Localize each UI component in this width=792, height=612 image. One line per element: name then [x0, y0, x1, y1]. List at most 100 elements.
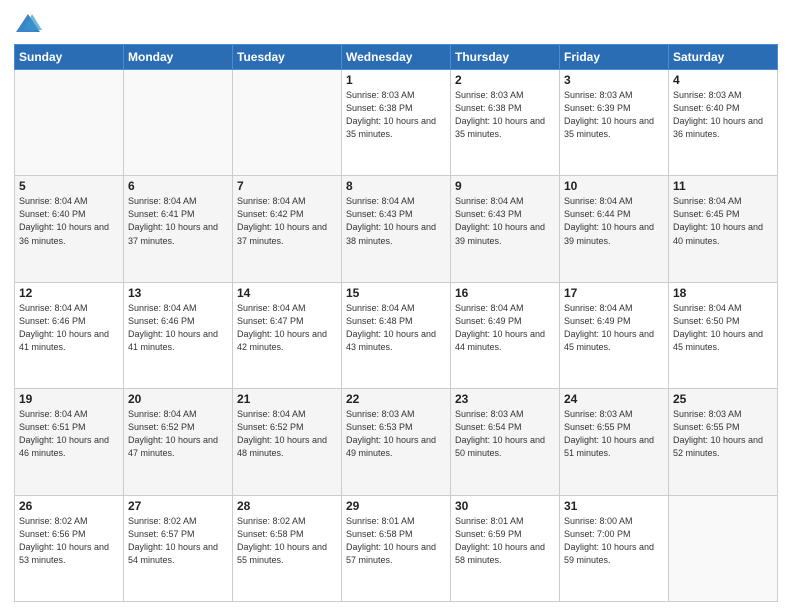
day-of-week-header: Tuesday — [233, 45, 342, 70]
calendar-day-cell: 24 Sunrise: 8:03 AM Sunset: 6:55 PM Dayli… — [560, 389, 669, 495]
day-info: Sunrise: 8:01 AM Sunset: 6:59 PM Dayligh… — [455, 515, 555, 567]
calendar-day-cell: 19Sunrise: 8:04 AM Sunset: 6:51 PM Dayli… — [15, 389, 124, 495]
calendar-body: 1 Sunrise: 8:03 AM Sunset: 6:38 PM Daylig… — [15, 70, 778, 602]
day-number: 9 — [455, 179, 555, 193]
day-info: Sunrise: 8:04 AM Sunset: 6:43 PM Dayligh… — [346, 195, 446, 247]
day-number: 21 — [237, 392, 337, 406]
day-info: Sunrise: 8:03 AM Sunset: 6:54 PM Dayligh… — [455, 408, 555, 460]
calendar-day-cell — [124, 70, 233, 176]
day-info: Sunrise: 8:04 AM Sunset: 6:40 PM Dayligh… — [19, 195, 119, 247]
calendar-week-row: 19Sunrise: 8:04 AM Sunset: 6:51 PM Dayli… — [15, 389, 778, 495]
day-info: Sunrise: 8:03 AM Sunset: 6:38 PM Dayligh… — [455, 89, 555, 141]
calendar-day-cell: 16 Sunrise: 8:04 AM Sunset: 6:49 PM Dayli… — [451, 282, 560, 388]
calendar-day-cell: 7 Sunrise: 8:04 AM Sunset: 6:42 PM Daylig… — [233, 176, 342, 282]
calendar-day-cell: 22Sunrise: 8:03 AM Sunset: 6:53 PM Dayli… — [342, 389, 451, 495]
day-number: 15 — [346, 286, 446, 300]
calendar-week-row: 26 Sunrise: 8:02 AM Sunset: 6:56 PM Dayli… — [15, 495, 778, 601]
day-number: 16 — [455, 286, 555, 300]
logo-icon — [14, 10, 42, 38]
day-info: Sunrise: 8:04 AM Sunset: 6:48 PM Dayligh… — [346, 302, 446, 354]
day-info: Sunrise: 8:04 AM Sunset: 6:46 PM Dayligh… — [128, 302, 228, 354]
day-info: Sunrise: 8:04 AM Sunset: 6:49 PM Dayligh… — [455, 302, 555, 354]
calendar-week-row: 12 Sunrise: 8:04 AM Sunset: 6:46 PM Dayli… — [15, 282, 778, 388]
day-of-week-header: Monday — [124, 45, 233, 70]
day-of-week-header: Sunday — [15, 45, 124, 70]
day-number: 29 — [346, 499, 446, 513]
day-info: Sunrise: 8:02 AM Sunset: 6:58 PM Dayligh… — [237, 515, 337, 567]
calendar-header-row: SundayMondayTuesdayWednesdayThursdayFrid… — [15, 45, 778, 70]
day-info: Sunrise: 8:03 AM Sunset: 6:39 PM Dayligh… — [564, 89, 664, 141]
calendar-day-cell: 25 Sunrise: 8:03 AM Sunset: 6:55 PM Dayli… — [669, 389, 778, 495]
day-number: 26 — [19, 499, 119, 513]
day-info: Sunrise: 8:04 AM Sunset: 6:47 PM Dayligh… — [237, 302, 337, 354]
header — [14, 10, 778, 38]
calendar-day-cell: 1 Sunrise: 8:03 AM Sunset: 6:38 PM Daylig… — [342, 70, 451, 176]
day-info: Sunrise: 8:04 AM Sunset: 6:41 PM Dayligh… — [128, 195, 228, 247]
day-number: 30 — [455, 499, 555, 513]
day-info: Sunrise: 8:04 AM Sunset: 6:43 PM Dayligh… — [455, 195, 555, 247]
day-number: 24 — [564, 392, 664, 406]
day-info: Sunrise: 8:03 AM Sunset: 6:55 PM Dayligh… — [673, 408, 773, 460]
day-number: 14 — [237, 286, 337, 300]
day-number: 17 — [564, 286, 664, 300]
calendar-day-cell — [15, 70, 124, 176]
calendar-day-cell: 14 Sunrise: 8:04 AM Sunset: 6:47 PM Dayli… — [233, 282, 342, 388]
day-info: Sunrise: 8:02 AM Sunset: 6:57 PM Dayligh… — [128, 515, 228, 567]
day-number: 27 — [128, 499, 228, 513]
day-info: Sunrise: 8:04 AM Sunset: 6:49 PM Dayligh… — [564, 302, 664, 354]
day-number: 11 — [673, 179, 773, 193]
page: SundayMondayTuesdayWednesdayThursdayFrid… — [0, 0, 792, 612]
day-of-week-header: Wednesday — [342, 45, 451, 70]
day-number: 7 — [237, 179, 337, 193]
calendar-day-cell: 15 Sunrise: 8:04 AM Sunset: 6:48 PM Dayli… — [342, 282, 451, 388]
day-number: 13 — [128, 286, 228, 300]
day-info: Sunrise: 8:04 AM Sunset: 6:46 PM Dayligh… — [19, 302, 119, 354]
day-number: 2 — [455, 73, 555, 87]
calendar-day-cell: 17 Sunrise: 8:04 AM Sunset: 6:49 PM Dayli… — [560, 282, 669, 388]
day-of-week-header: Friday — [560, 45, 669, 70]
day-info: Sunrise: 8:04 AM Sunset: 6:52 PM Dayligh… — [237, 408, 337, 460]
calendar-day-cell: 8Sunrise: 8:04 AM Sunset: 6:43 PM Daylig… — [342, 176, 451, 282]
day-of-week-header: Thursday — [451, 45, 560, 70]
calendar-day-cell: 23 Sunrise: 8:03 AM Sunset: 6:54 PM Dayli… — [451, 389, 560, 495]
day-of-week-header: Saturday — [669, 45, 778, 70]
calendar-day-cell — [669, 495, 778, 601]
day-info: Sunrise: 8:02 AM Sunset: 6:56 PM Dayligh… — [19, 515, 119, 567]
day-number: 31 — [564, 499, 664, 513]
day-info: Sunrise: 8:03 AM Sunset: 6:38 PM Dayligh… — [346, 89, 446, 141]
day-info: Sunrise: 8:04 AM Sunset: 6:52 PM Dayligh… — [128, 408, 228, 460]
day-info: Sunrise: 8:03 AM Sunset: 6:55 PM Dayligh… — [564, 408, 664, 460]
calendar-day-cell: 9 Sunrise: 8:04 AM Sunset: 6:43 PM Daylig… — [451, 176, 560, 282]
day-number: 23 — [455, 392, 555, 406]
day-number: 20 — [128, 392, 228, 406]
day-number: 1 — [346, 73, 446, 87]
calendar-day-cell: 4 Sunrise: 8:03 AM Sunset: 6:40 PM Daylig… — [669, 70, 778, 176]
day-number: 10 — [564, 179, 664, 193]
calendar-week-row: 5 Sunrise: 8:04 AM Sunset: 6:40 PM Daylig… — [15, 176, 778, 282]
day-info: Sunrise: 8:03 AM Sunset: 6:40 PM Dayligh… — [673, 89, 773, 141]
day-number: 12 — [19, 286, 119, 300]
day-info: Sunrise: 8:04 AM Sunset: 6:42 PM Dayligh… — [237, 195, 337, 247]
day-number: 25 — [673, 392, 773, 406]
calendar-day-cell: 20 Sunrise: 8:04 AM Sunset: 6:52 PM Dayli… — [124, 389, 233, 495]
logo — [14, 10, 46, 38]
day-number: 4 — [673, 73, 773, 87]
calendar-day-cell: 5 Sunrise: 8:04 AM Sunset: 6:40 PM Daylig… — [15, 176, 124, 282]
day-info: Sunrise: 8:04 AM Sunset: 6:44 PM Dayligh… — [564, 195, 664, 247]
calendar-day-cell: 31Sunrise: 8:00 AM Sunset: 7:00 PM Dayli… — [560, 495, 669, 601]
day-info: Sunrise: 8:04 AM Sunset: 6:50 PM Dayligh… — [673, 302, 773, 354]
day-number: 5 — [19, 179, 119, 193]
calendar-day-cell: 30 Sunrise: 8:01 AM Sunset: 6:59 PM Dayli… — [451, 495, 560, 601]
calendar-day-cell: 2 Sunrise: 8:03 AM Sunset: 6:38 PM Daylig… — [451, 70, 560, 176]
day-number: 22 — [346, 392, 446, 406]
day-info: Sunrise: 8:01 AM Sunset: 6:58 PM Dayligh… — [346, 515, 446, 567]
calendar-day-cell: 3Sunrise: 8:03 AM Sunset: 6:39 PM Daylig… — [560, 70, 669, 176]
calendar-day-cell: 18 Sunrise: 8:04 AM Sunset: 6:50 PM Dayli… — [669, 282, 778, 388]
day-number: 18 — [673, 286, 773, 300]
calendar-day-cell: 27 Sunrise: 8:02 AM Sunset: 6:57 PM Dayli… — [124, 495, 233, 601]
calendar-day-cell: 28Sunrise: 8:02 AM Sunset: 6:58 PM Dayli… — [233, 495, 342, 601]
calendar-day-cell: 12 Sunrise: 8:04 AM Sunset: 6:46 PM Dayli… — [15, 282, 124, 388]
calendar-week-row: 1 Sunrise: 8:03 AM Sunset: 6:38 PM Daylig… — [15, 70, 778, 176]
calendar-day-cell: 13 Sunrise: 8:04 AM Sunset: 6:46 PM Dayli… — [124, 282, 233, 388]
calendar-table: SundayMondayTuesdayWednesdayThursdayFrid… — [14, 44, 778, 602]
